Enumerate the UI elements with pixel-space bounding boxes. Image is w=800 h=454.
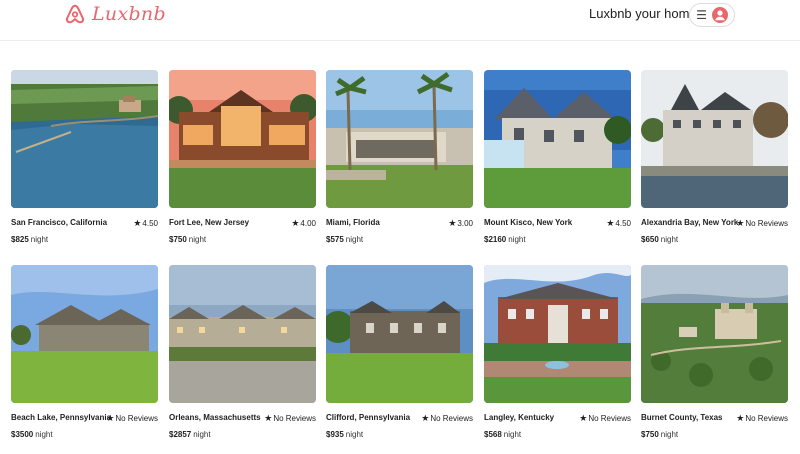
listing-card[interactable]: Langley, Kentucky ★No Reviews $568 night (484, 265, 631, 439)
brand-logo[interactable]: Luxbnb (64, 3, 166, 25)
listing-photo[interactable] (641, 70, 788, 208)
listing-photo[interactable] (641, 265, 788, 403)
star-icon: ★ (264, 413, 273, 423)
price-unit: night (30, 235, 49, 244)
listing-location: Miami, Florida (326, 218, 380, 227)
listing-card[interactable]: Orleans, Massachusetts ★No Reviews $2857… (169, 265, 316, 439)
listing-card[interactable]: Alexandria Bay, New York ★No Reviews $65… (641, 70, 788, 244)
listing-location: Mount Kisco, New York (484, 218, 573, 227)
rating-value: 4.00 (300, 219, 316, 228)
star-icon: ★ (291, 218, 300, 228)
listing-photo[interactable] (484, 265, 631, 403)
rating-value: No Reviews (115, 414, 158, 423)
rating-value: 4.50 (142, 219, 158, 228)
listing-rating: ★No Reviews (736, 413, 788, 424)
rating-value: No Reviews (588, 414, 631, 423)
price-unit: night (193, 430, 211, 439)
star-icon: ★ (106, 413, 115, 423)
listing-photo[interactable] (11, 70, 158, 208)
listing-card[interactable]: Clifford, Pennsylvania ★No Reviews $935 n… (326, 265, 473, 439)
star-icon: ★ (736, 413, 745, 423)
listing-rating: ★4.00 (291, 218, 316, 229)
listing-price: $825 (11, 235, 29, 244)
rating-value: No Reviews (745, 219, 788, 228)
brand-name: Luxbnb (92, 3, 166, 25)
listing-location: Fort Lee, New Jersey (169, 218, 250, 227)
listing-rating: ★No Reviews (421, 413, 473, 424)
listing-price: $2857 (169, 430, 192, 439)
listing-card[interactable]: Mount Kisco, New York ★4.50 $2160 night (484, 70, 631, 244)
price-unit: night (508, 235, 526, 244)
rating-value: 3.00 (457, 219, 473, 228)
hamburger-icon: ☰ (696, 8, 707, 22)
listing-card[interactable]: San Francisco, California ★4.50 $825 nigh… (11, 70, 158, 244)
listing-price: $750 (169, 235, 187, 244)
listing-photo[interactable] (11, 265, 158, 403)
star-icon: ★ (133, 218, 142, 228)
rating-value: No Reviews (430, 414, 473, 423)
listing-photo[interactable] (484, 70, 631, 208)
top-navbar: Luxbnb Luxbnb your home ☰ (0, 0, 800, 41)
listing-rating: ★3.00 (448, 218, 473, 229)
rating-value: No Reviews (273, 414, 316, 423)
star-icon: ★ (736, 218, 745, 228)
user-circle-icon (711, 7, 728, 23)
price-unit: night (345, 235, 364, 244)
listing-rating: ★No Reviews (736, 218, 788, 229)
listing-card[interactable]: Miami, Florida ★3.00 $575 night (326, 70, 473, 244)
listing-location: Clifford, Pennsylvania (326, 413, 411, 422)
star-icon: ★ (579, 413, 588, 423)
profile-menu-button[interactable]: ☰ (689, 3, 735, 27)
listing-price: $935 (326, 430, 344, 439)
price-unit: night (660, 430, 679, 439)
listing-rating: ★4.50 (133, 218, 158, 229)
rating-value: No Reviews (745, 414, 788, 423)
star-icon: ★ (606, 218, 615, 228)
listing-photo[interactable] (169, 70, 316, 208)
listing-card[interactable]: Burnet County, Texas ★No Reviews $750 nig… (641, 265, 788, 439)
listing-photo[interactable] (326, 70, 473, 208)
listing-price: $650 (641, 235, 659, 244)
listing-location: Beach Lake, Pennsylvania (11, 413, 112, 422)
listing-rating: ★4.50 (606, 218, 631, 229)
price-unit: night (503, 430, 522, 439)
listing-photo[interactable] (326, 265, 473, 403)
rating-value: 4.50 (615, 219, 631, 228)
price-unit: night (188, 235, 207, 244)
listing-location: Orleans, Massachusetts (169, 413, 261, 422)
listing-price: $750 (641, 430, 659, 439)
airbnb-logo-icon (65, 4, 85, 24)
listing-location: Langley, Kentucky (484, 413, 555, 422)
listing-rating: ★No Reviews (106, 413, 158, 424)
listing-location: San Francisco, California (11, 218, 108, 227)
listing-price: $3500 (11, 430, 34, 439)
listing-location: Burnet County, Texas (641, 413, 723, 422)
listing-rating: ★No Reviews (264, 413, 316, 424)
listing-price: $2160 (484, 235, 507, 244)
price-unit: night (660, 235, 679, 244)
listing-location: Alexandria Bay, New York (641, 218, 739, 227)
host-your-home-link[interactable]: Luxbnb your home (589, 6, 697, 22)
listing-photo[interactable] (169, 265, 316, 403)
listing-price: $568 (484, 430, 502, 439)
price-unit: night (345, 430, 364, 439)
listing-card[interactable]: Fort Lee, New Jersey ★4.00 $750 night (169, 70, 316, 244)
price-unit: night (35, 430, 53, 439)
star-icon: ★ (421, 413, 430, 423)
star-icon: ★ (448, 218, 457, 228)
listing-card[interactable]: Beach Lake, Pennsylvania ★No Reviews $35… (11, 265, 158, 439)
listing-price: $575 (326, 235, 344, 244)
listing-rating: ★No Reviews (579, 413, 631, 424)
